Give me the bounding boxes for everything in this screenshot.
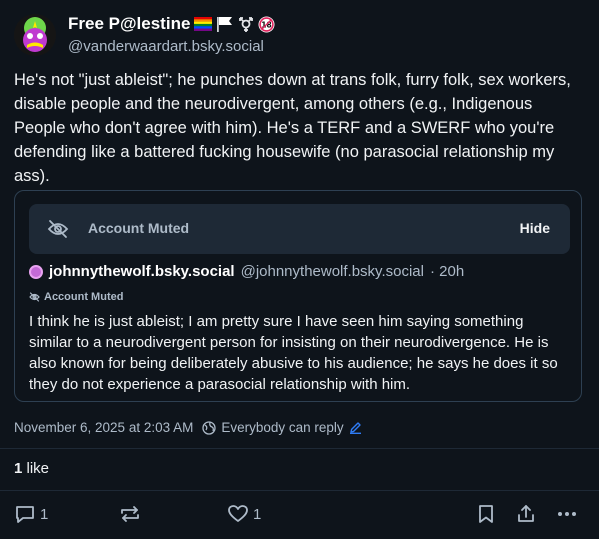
- quoted-muted-badge: Account Muted: [29, 291, 123, 303]
- more-options-button[interactable]: [556, 503, 578, 525]
- muted-account-banner: Account Muted Hide: [29, 204, 570, 254]
- hide-button[interactable]: Hide: [520, 220, 550, 236]
- author-display-name[interactable]: Free P@lestine: [68, 14, 275, 34]
- post-body: He's not "just ableist"; he punches down…: [14, 71, 571, 185]
- quoted-author-name[interactable]: johnnythewolf.bsky.social: [49, 263, 235, 280]
- ellipsis-icon: [556, 503, 578, 525]
- quoted-post-body: I think he is just ableist; I am pretty …: [29, 313, 558, 393]
- divider: [0, 490, 599, 491]
- author-avatar[interactable]: [14, 14, 56, 56]
- divider: [0, 448, 599, 449]
- reply-setting-label[interactable]: Everybody can reply: [221, 420, 343, 435]
- quoted-author-handle[interactable]: @johnnythewolf.bsky.social: [241, 263, 424, 280]
- post-meta: November 6, 2025 at 2:03 AM Everybody ca…: [14, 420, 362, 435]
- like-button[interactable]: 1: [227, 503, 261, 525]
- likes-summary[interactable]: 1 like: [14, 460, 49, 477]
- repost-button[interactable]: [118, 503, 142, 525]
- bookmark-icon: [476, 503, 496, 525]
- reply-button[interactable]: 1: [14, 503, 48, 525]
- rainbow-flag-icon: [194, 17, 213, 31]
- muted-banner-label: Account Muted: [88, 220, 190, 236]
- share-icon: [515, 503, 537, 525]
- post-timestamp[interactable]: November 6, 2025 at 2:03 AM: [14, 420, 193, 435]
- share-button[interactable]: [515, 503, 537, 525]
- bookmark-button[interactable]: [476, 503, 496, 525]
- like-count: 1: [253, 505, 262, 523]
- pencil-icon[interactable]: [349, 421, 362, 434]
- likes-count: 1: [14, 460, 23, 477]
- reply-count: 1: [40, 505, 49, 523]
- quoted-muted-badge-label: Account Muted: [44, 291, 124, 303]
- eye-slash-icon: [47, 219, 69, 239]
- post-actions: 1 1: [0, 503, 599, 527]
- adults-only-18-icon: 18: [258, 16, 275, 33]
- likes-label: like: [26, 460, 50, 477]
- author-name-text: Free P@lestine: [68, 14, 191, 33]
- quoted-post-age: · 20h: [429, 263, 465, 280]
- transgender-symbol-icon: [238, 16, 254, 32]
- repost-icon: [118, 503, 142, 525]
- eye-slash-icon: [29, 292, 40, 302]
- quoted-post[interactable]: Account Muted Hide johnnythewolf.bsky.so…: [14, 190, 582, 402]
- globe-icon: [202, 420, 217, 435]
- heart-icon: [227, 503, 249, 525]
- quoted-author-avatar[interactable]: [29, 264, 43, 279]
- speech-bubble-icon: [14, 503, 36, 525]
- author-handle[interactable]: @vanderwaardart.bsky.social: [68, 38, 264, 55]
- white-flag-icon: [216, 16, 234, 32]
- reply-setting[interactable]: Everybody can reply: [202, 420, 361, 435]
- quoted-author[interactable]: johnnythewolf.bsky.social @johnnythewolf…: [29, 263, 464, 280]
